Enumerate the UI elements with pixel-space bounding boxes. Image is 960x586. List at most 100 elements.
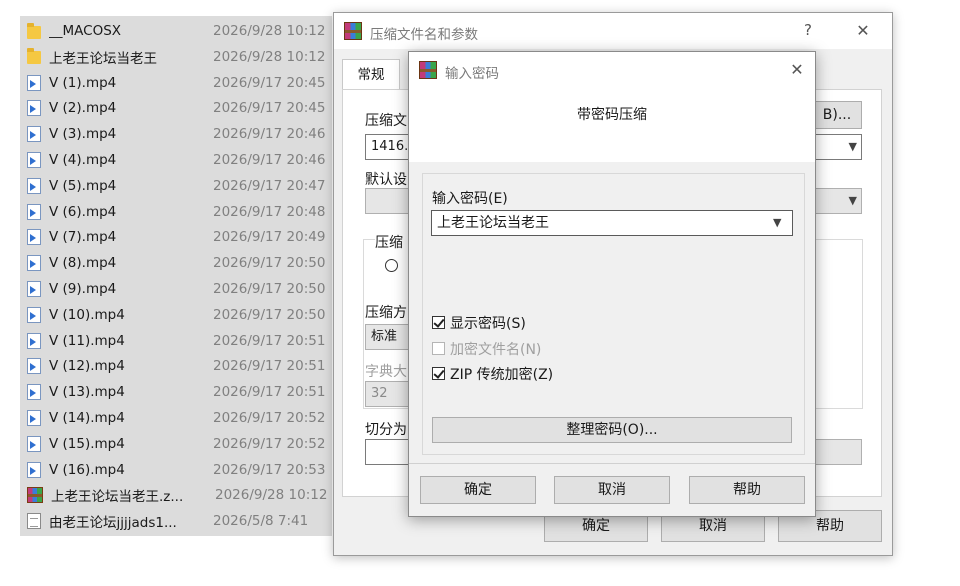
file-date: 2026/9/17 20:51 <box>213 384 326 401</box>
text-file-icon <box>27 513 41 530</box>
format-radio[interactable] <box>385 259 398 272</box>
file-date: 2026/9/17 20:45 <box>213 100 326 117</box>
video-file-icon <box>27 100 41 117</box>
file-row[interactable]: V (11).mp4 2026/9/17 20:51 <box>20 329 332 353</box>
file-date: 2026/9/28 10:12 <box>213 48 326 65</box>
method-select[interactable]: 标准 <box>365 324 410 350</box>
organize-passwords-button[interactable]: 整理密码(O)... <box>432 417 792 443</box>
file-row[interactable]: V (9).mp4 2026/9/17 20:50 <box>20 277 332 301</box>
file-row[interactable]: 上老王论坛当老王 2026/9/28 10:12 <box>20 45 332 69</box>
file-row[interactable]: V (10).mp4 2026/9/17 20:50 <box>20 303 332 327</box>
folder-icon <box>27 22 41 39</box>
file-date: 2026/9/17 20:47 <box>213 177 326 194</box>
file-name: V (12).mp4 <box>49 358 125 375</box>
split-label: 切分为 <box>365 422 407 438</box>
file-name: V (3).mp4 <box>49 126 117 143</box>
file-row[interactable]: V (12).mp4 2026/9/17 20:51 <box>20 354 332 378</box>
file-name: V (5).mp4 <box>49 177 117 194</box>
file-date: 2026/9/17 20:49 <box>213 229 326 246</box>
encrypt-filenames-checkbox[interactable] <box>432 342 445 355</box>
video-file-icon <box>27 281 41 297</box>
file-name: V (10).mp4 <box>49 306 125 323</box>
file-row[interactable]: V (5).mp4 2026/9/17 20:47 <box>20 174 332 198</box>
password-ok-button[interactable]: 确定 <box>420 476 536 504</box>
password-cancel-button[interactable]: 取消 <box>554 476 670 504</box>
zip-legacy-encryption-label: ZIP 传统加密(Z) <box>450 367 554 383</box>
encrypt-filenames-label: 加密文件名(N) <box>450 342 542 358</box>
file-row[interactable]: V (8).mp4 2026/9/17 20:50 <box>20 251 332 275</box>
file-row[interactable]: V (6).mp4 2026/9/17 20:48 <box>20 200 332 224</box>
video-file-icon <box>27 384 41 401</box>
file-row[interactable]: V (13).mp4 2026/9/17 20:51 <box>20 380 332 404</box>
file-name: V (16).mp4 <box>49 461 125 478</box>
file-date: 2026/9/28 10:12 <box>213 23 326 39</box>
method-label: 压缩方 <box>365 305 407 321</box>
split-volume-input[interactable] <box>365 439 410 465</box>
chevron-down-icon[interactable]: ▼ <box>773 216 781 229</box>
chevron-down-icon: ▼ <box>848 140 857 153</box>
file-row[interactable]: 由老王论坛jjjjads1... 2026/5/8 7:41 <box>20 509 332 533</box>
video-file-icon <box>27 435 41 452</box>
file-name: V (7).mp4 <box>49 229 117 246</box>
file-date: 2026/9/17 20:52 <box>213 410 326 426</box>
options-groupbox <box>812 239 863 409</box>
close-icon[interactable]: ✕ <box>785 60 809 79</box>
archive-dialog-titlebar[interactable]: 压缩文件名和参数 ? ✕ <box>334 13 892 49</box>
file-row[interactable]: V (4).mp4 2026/9/17 20:46 <box>20 148 332 172</box>
file-name: V (8).mp4 <box>49 255 117 272</box>
folder-icon <box>27 48 41 65</box>
show-password-checkbox[interactable] <box>432 316 445 329</box>
divider <box>409 463 815 464</box>
archive-name-dropdown[interactable]: ▼ <box>812 134 862 160</box>
file-row[interactable]: V (3).mp4 2026/9/17 20:46 <box>20 122 332 146</box>
chevron-down-icon: ▼ <box>848 194 857 207</box>
file-date: 2026/9/17 20:51 <box>213 358 326 375</box>
file-name: V (15).mp4 <box>49 435 125 452</box>
file-date: 2026/9/17 20:51 <box>213 332 326 349</box>
file-row[interactable]: V (15).mp4 2026/9/17 20:52 <box>20 432 332 456</box>
file-date: 2026/9/17 20:48 <box>213 203 326 220</box>
file-row[interactable]: V (1).mp4 2026/9/17 20:45 <box>20 71 332 95</box>
file-date: 2026/9/17 20:46 <box>213 126 326 143</box>
file-row[interactable]: V (2).mp4 2026/9/17 20:45 <box>20 96 332 120</box>
file-date: 2026/9/28 10:12 <box>215 487 328 504</box>
winrar-app-icon <box>419 61 437 79</box>
profile-field[interactable] <box>365 188 410 214</box>
file-row[interactable]: V (7).mp4 2026/9/17 20:49 <box>20 225 332 249</box>
video-file-icon <box>27 358 41 375</box>
file-name: V (6).mp4 <box>49 203 117 220</box>
file-name: V (11).mp4 <box>49 332 125 349</box>
tab-general[interactable]: 常规 <box>342 59 400 90</box>
archive-name-input[interactable]: 1416.z <box>365 134 410 160</box>
video-file-icon <box>27 306 41 323</box>
password-help-button[interactable]: 帮助 <box>689 476 805 504</box>
file-date: 2026/9/17 20:50 <box>213 281 326 297</box>
file-date: 2026/9/17 20:45 <box>213 74 326 91</box>
file-date: 2026/9/17 20:53 <box>213 461 326 478</box>
file-row[interactable]: 上老王论坛当老王.z... 2026/9/28 10:12 <box>20 483 332 507</box>
password-dialog-titlebar[interactable]: 输入密码 ✕ <box>409 52 815 88</box>
file-list: __MACOSX 2026/9/28 10:12 上老王论坛当老王 2026/9/28… <box>20 16 332 536</box>
file-name: 上老王论坛当老王.z... <box>51 489 184 506</box>
profile-dropdown[interactable]: ▼ <box>812 188 862 214</box>
password-dialog: 输入密码 ✕ 带密码压缩 输入密码(E) 上老王论坛当老王 ▼ 显示密码(S) … <box>408 51 816 517</box>
zip-legacy-encryption-checkbox[interactable] <box>432 367 445 380</box>
file-row[interactable]: V (14).mp4 2026/9/17 20:52 <box>20 406 332 430</box>
file-row[interactable]: V (16).mp4 2026/9/17 20:53 <box>20 458 332 482</box>
video-file-icon <box>27 255 41 272</box>
file-name: V (1).mp4 <box>49 74 117 91</box>
browse-button[interactable]: B)... <box>812 101 862 129</box>
file-name: 由老王论坛jjjjads1... <box>49 515 177 532</box>
password-header-area <box>409 88 815 162</box>
archive-name-label: 压缩文 <box>365 113 407 129</box>
help-icon[interactable]: ? <box>796 21 820 39</box>
close-icon[interactable]: ✕ <box>851 21 875 40</box>
file-row[interactable]: __MACOSX 2026/9/28 10:12 <box>20 19 332 43</box>
password-dialog-title: 输入密码 <box>445 66 499 82</box>
split-right-field[interactable] <box>812 439 862 465</box>
password-input[interactable]: 上老王论坛当老王 <box>431 210 793 236</box>
file-name: V (9).mp4 <box>49 281 117 297</box>
dictionary-select[interactable]: 32 <box>365 381 410 407</box>
file-date: 2026/9/17 20:50 <box>213 255 326 272</box>
password-heading: 带密码压缩 <box>577 107 647 123</box>
